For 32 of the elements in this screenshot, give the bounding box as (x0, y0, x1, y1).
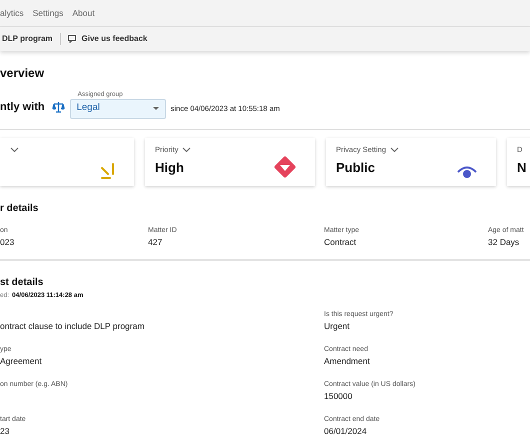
field-value: 06/01/2024 (324, 426, 368, 437)
nav-link[interactable]: Settings (32, 6, 64, 20)
card-value: High (155, 161, 185, 174)
field-value: 32 Days (488, 237, 520, 248)
toolbar-button[interactable]: Give us feedback (66, 33, 150, 45)
field-value: 023 (0, 237, 16, 248)
field-value: 23 (0, 426, 10, 437)
chevron-down-icon (390, 147, 400, 153)
toolbar-button[interactable]: DLP program (0, 33, 55, 45)
nav-link[interactable]: alytics (0, 6, 24, 20)
chevron-down-icon (182, 147, 192, 153)
scales-icon (52, 101, 65, 113)
eye-icon (456, 165, 478, 179)
field-value: 427 (148, 237, 164, 248)
caret-icon (152, 106, 159, 110)
card-value: Public (336, 161, 376, 174)
assignment-label: ntly with (0, 100, 45, 115)
section-title: st details (0, 278, 44, 288)
field-value: 150000 (324, 390, 354, 402)
chevron-down-icon (10, 147, 19, 153)
dropdown-value: Legal (76, 101, 100, 116)
feedback-icon (68, 35, 76, 43)
section-title: verview (0, 67, 46, 79)
nav-link[interactable]: About (72, 6, 95, 20)
field-value: Amendment (324, 356, 371, 367)
section-title: r details (0, 204, 40, 214)
field-value: Contract (324, 237, 358, 248)
field-value: ontract clause to include DLP program (0, 320, 146, 332)
field-value: Urgent (324, 320, 351, 332)
card-value: N (517, 161, 526, 174)
field-value: Agreement (0, 356, 43, 367)
sparkle-icon (100, 163, 116, 179)
